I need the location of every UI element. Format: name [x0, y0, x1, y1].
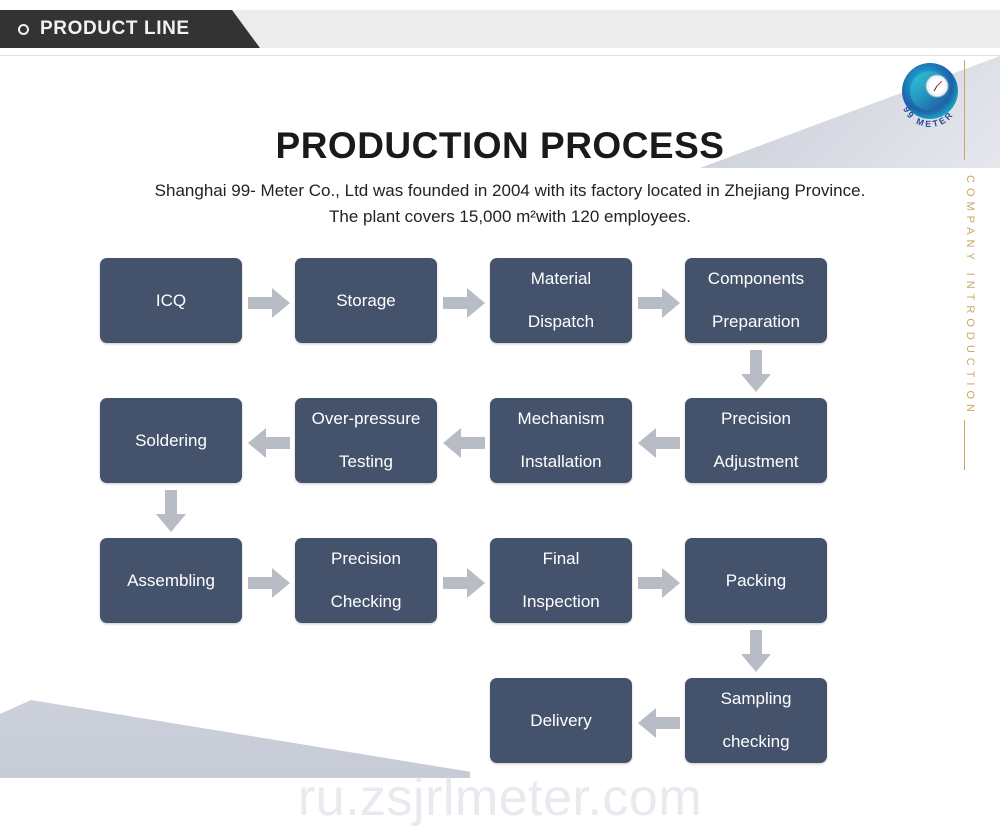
flow-node-packing[interactable]: Packing — [685, 538, 827, 623]
flow-node-label: Mechanism Installation — [518, 408, 605, 473]
flow-node-material-dispatch[interactable]: Material Dispatch — [490, 258, 632, 343]
flow-arrow-soldering-to-assembling — [156, 490, 186, 532]
flow-node-label: ICQ — [155, 290, 187, 310]
flow-node-precision-adjustment[interactable]: Precision Adjustment — [685, 398, 827, 483]
flow-node-mechanism-installation[interactable]: Mechanism Installation — [490, 398, 632, 483]
flow-node-label-line2: checking — [722, 732, 790, 752]
flow-node-label: Precision Adjustment — [713, 408, 798, 473]
circle-outline-icon — [18, 23, 29, 35]
flow-arrow-icq-to-storage — [248, 288, 290, 318]
flow-arrow-storage-to-material-dispatch — [443, 288, 485, 318]
flow-arrow-packing-to-sampling-checking — [741, 630, 771, 672]
header-divider — [0, 55, 1000, 56]
flow-node-label: Over-pressure Testing — [312, 408, 421, 473]
flow-node-label-line1: Sampling — [720, 688, 792, 708]
flow-node-label-line1: Over-pressure — [311, 408, 421, 428]
flow-node-components-preparation[interactable]: Components Preparation — [685, 258, 827, 343]
spiral-gauge-logo-icon: 99 METER — [893, 58, 967, 132]
flow-node-label-line1: Mechanism — [517, 408, 605, 428]
flow-arrow-final-inspection-to-packing — [638, 568, 680, 598]
flow-arrow-mechanism-installation-to-over-pressure-testing — [443, 428, 485, 458]
flow-node-label-line1: Precision — [331, 548, 401, 568]
flow-arrow-material-dispatch-to-components-preparation — [638, 288, 680, 318]
flow-arrow-precision-adjustment-to-mechanism-installation — [638, 428, 680, 458]
flow-arrow-assembling-to-precision-checking — [248, 568, 290, 598]
flow-node-label-line1: Material — [530, 268, 592, 288]
flow-node-label-line1: Precision — [721, 408, 791, 428]
flow-node-label-line2: Testing — [339, 452, 393, 472]
flow-arrow-over-pressure-testing-to-soldering — [248, 428, 290, 458]
flow-node-label-line2: Inspection — [522, 592, 600, 612]
flow-node-label: Storage — [336, 290, 396, 310]
flow-node-label: Soldering — [135, 430, 207, 450]
flow-node-label-line2: Dispatch — [527, 312, 595, 332]
flow-node-label: Delivery — [530, 710, 592, 730]
flow-node-label-line2: Preparation — [712, 312, 800, 332]
flow-node-label: Final Inspection — [522, 548, 600, 613]
flow-node-label-line2: Adjustment — [713, 452, 799, 472]
flow-node-label: Material Dispatch — [528, 268, 594, 333]
flow-node-storage[interactable]: Storage — [295, 258, 437, 343]
flow-node-over-pressure-testing[interactable]: Over-pressure Testing — [295, 398, 437, 483]
flow-node-soldering[interactable]: Soldering — [100, 398, 242, 483]
flow-node-label: Precision Checking — [331, 548, 402, 613]
flow-node-icq[interactable]: ICQ — [100, 258, 242, 343]
flow-node-sampling-checking[interactable]: Sampling checking — [685, 678, 827, 763]
flow-node-assembling[interactable]: Assembling — [100, 538, 242, 623]
flow-arrow-components-preparation-to-precision-adjustment — [741, 350, 771, 392]
flow-node-precision-checking[interactable]: Precision Checking — [295, 538, 437, 623]
flow-node-label: Assembling — [127, 570, 215, 590]
flow-node-label-line1: Components — [707, 268, 805, 288]
flow-node-label: Packing — [725, 570, 787, 590]
flow-node-delivery[interactable]: Delivery — [490, 678, 632, 763]
production-process-flow: ICQ Storage Material Dispatch Components… — [0, 250, 1000, 780]
flow-node-final-inspection[interactable]: Final Inspection — [490, 538, 632, 623]
flow-arrow-precision-checking-to-final-inspection — [443, 568, 485, 598]
flow-node-label-line1: Final — [542, 548, 580, 568]
product-line-label: PRODUCT LINE — [40, 18, 190, 39]
flow-arrow-sampling-checking-to-delivery — [638, 708, 680, 738]
page-subtitle: Shanghai 99- Meter Co., Ltd was founded … — [154, 181, 866, 227]
flow-node-label: Components Preparation — [708, 268, 804, 333]
flow-node-label: Sampling checking — [721, 688, 792, 753]
product-line-tag[interactable]: PRODUCT LINE — [0, 10, 260, 48]
flow-node-label-line2: Checking — [330, 592, 402, 612]
flow-node-label-line2: Installation — [520, 452, 602, 472]
page-title: PRODUCTION PROCESS — [275, 125, 725, 166]
